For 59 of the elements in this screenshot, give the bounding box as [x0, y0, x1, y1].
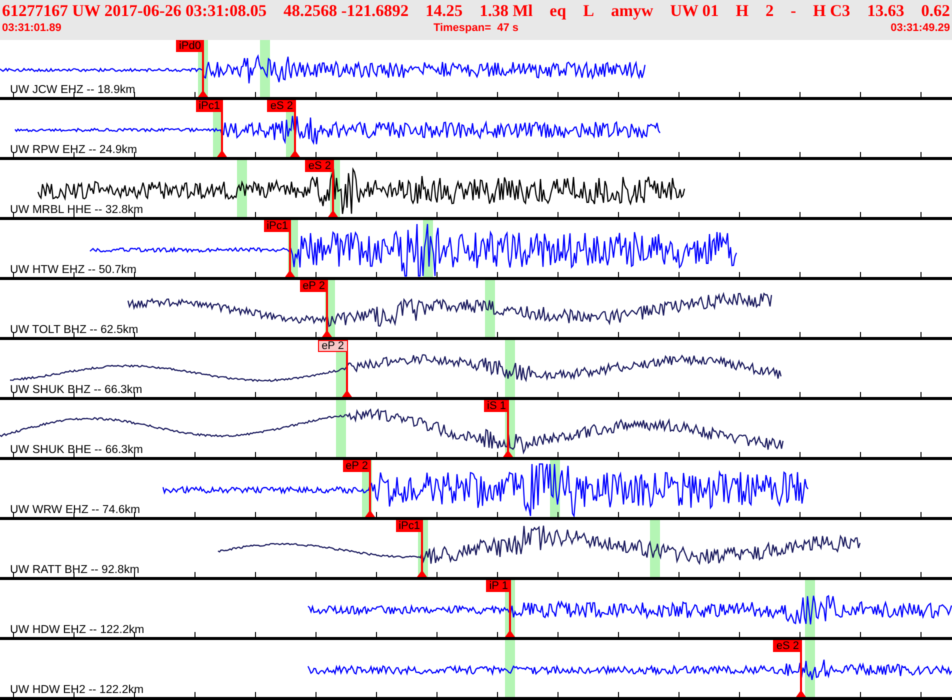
- event-field: 61277167 UW 2017-06-26 03:31:08.05: [2, 0, 267, 22]
- event-field: H C3: [813, 0, 850, 22]
- pick-label[interactable]: eS 2: [773, 640, 802, 652]
- pick-label[interactable]: eP 2: [300, 280, 328, 292]
- end-time: 03:31:49.29: [890, 22, 950, 36]
- pick-label[interactable]: iP 1: [486, 580, 511, 592]
- event-field: -: [790, 0, 796, 22]
- trace-panel[interactable]: eS 2 UW HDW EH2 -- 122.2km: [0, 640, 952, 700]
- station-label: UW RPW EHZ -- 24.9km: [10, 144, 138, 157]
- event-field: L: [583, 0, 594, 22]
- event-field: 14.25: [426, 0, 463, 22]
- station-label: UW HDW EH2 -- 122.2km: [10, 684, 144, 697]
- pick-label[interactable]: iPd0: [176, 40, 204, 52]
- pick-window: [485, 280, 495, 337]
- trace-panel[interactable]: eP 2 UW TOLT BHZ -- 62.5km: [0, 280, 952, 340]
- event-field: H: [736, 0, 749, 22]
- trace-panel[interactable]: eP 2 UW WRW EHZ -- 74.6km: [0, 460, 952, 520]
- event-field: eq: [550, 0, 566, 22]
- trace-panel[interactable]: iPc1 UW RATT BHZ -- 92.8km: [0, 520, 952, 580]
- pick-window: [336, 400, 346, 457]
- station-label: UW HDW EHZ -- 122.2km: [10, 624, 144, 637]
- event-field: 2: [765, 0, 774, 22]
- station-label: UW MRBL HHE -- 32.8km: [10, 204, 144, 217]
- start-time: 03:31:01.89: [2, 22, 62, 36]
- pick-label[interactable]: iPc1: [196, 100, 223, 112]
- pick-label[interactable]: eS 2: [267, 100, 296, 112]
- station-label: UW JCW EHZ -- 18.9km: [10, 84, 136, 97]
- station-label: UW WRW EHZ -- 74.6km: [10, 504, 140, 517]
- station-label: UW SHUK BHE -- 66.3km: [10, 444, 143, 457]
- station-label: UW SHUK BHZ -- 66.3km: [10, 384, 142, 397]
- event-field: amyw: [610, 0, 654, 22]
- trace-panel[interactable]: iPc1 eS 2 UW RPW EHZ -- 24.9km: [0, 100, 952, 160]
- pick-window: [260, 40, 270, 97]
- event-field: 13.63: [867, 0, 904, 22]
- event-field: UW 01: [670, 0, 719, 22]
- station-label: UW HTW EHZ -- 50.7km: [10, 264, 136, 277]
- event-field: 1.38 Ml: [480, 0, 533, 22]
- pick-label[interactable]: iS 1: [484, 400, 509, 412]
- trace-panel[interactable]: iS 1 UW SHUK BHE -- 66.3km: [0, 400, 952, 460]
- timespan-label: Timespan= 47 s: [433, 22, 519, 36]
- pick-label[interactable]: iPc1: [264, 220, 291, 232]
- trace-panel[interactable]: iPd0 UW JCW EHZ -- 18.9km: [0, 40, 952, 100]
- station-label: UW RATT BHZ -- 92.8km: [10, 564, 140, 577]
- pick-label[interactable]: eP 2: [342, 460, 371, 472]
- trace-panel[interactable]: eS 2 UW MRBL HHE -- 32.8km: [0, 160, 952, 220]
- pick-label[interactable]: eP 2: [318, 340, 348, 352]
- pick-window: [505, 640, 515, 697]
- event-field: 48.2568 -121.6892: [284, 0, 409, 22]
- trace-panel[interactable]: iPc1 UW HTW EHZ -- 50.7km: [0, 220, 952, 280]
- station-label: UW TOLT BHZ -- 62.5km: [10, 324, 138, 337]
- pick-window: [650, 520, 660, 577]
- event-field: 0.62: [921, 0, 950, 22]
- pick-label[interactable]: eS 2: [305, 160, 334, 172]
- pick-label[interactable]: iPc1: [396, 520, 423, 532]
- pick-window: [805, 640, 815, 697]
- pick-window: [505, 340, 515, 397]
- trace-panel[interactable]: eP 2 UW SHUK BHZ -- 66.3km: [0, 340, 952, 400]
- trace-panel[interactable]: iP 1 UW HDW EHZ -- 122.2km: [0, 580, 952, 640]
- pick-window: [237, 160, 247, 217]
